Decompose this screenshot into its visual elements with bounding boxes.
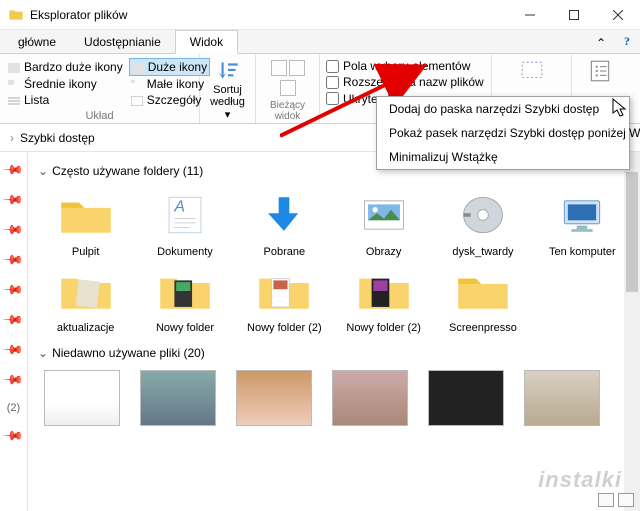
context-menu: Dodaj do paska narzędzi Szybki dostęp Po… [376, 96, 630, 170]
quick-access-pins: 📌 📌 📌 📌 📌 📌 📌 📌 (2) 📌 [0, 152, 28, 511]
scrollbar[interactable] [624, 152, 640, 511]
pin-icon[interactable]: 📌 [2, 309, 25, 332]
titlebar: Eksplorator plików [0, 0, 640, 30]
folder-dokumenty[interactable]: A Dokumenty [137, 188, 232, 258]
options-icon [585, 58, 615, 84]
ribbon-collapse-icon[interactable]: ⌃ [596, 36, 606, 50]
view-list[interactable]: Lista [6, 92, 125, 108]
recent-file[interactable] [428, 370, 504, 426]
ribbon-group-layout: Bardzo duże ikony Duże ikony Średnie iko… [0, 54, 200, 123]
view-toggle[interactable] [598, 493, 634, 507]
tab-widok[interactable]: Widok [175, 30, 238, 54]
view-extra-large[interactable]: Bardzo duże ikony [6, 58, 125, 76]
recent-file[interactable] [44, 370, 120, 426]
view-large-icons[interactable]: Duże ikony [129, 58, 210, 76]
pin-icon[interactable]: 📌 [2, 369, 25, 392]
pin-icon[interactable]: 📌 [2, 159, 25, 182]
group-label-current: Bieżący widok [262, 100, 313, 122]
help-icon[interactable]: ? [624, 34, 630, 49]
folder-aktualizacje[interactable]: aktualizacje [38, 264, 133, 334]
pins-more: (2) [7, 402, 20, 414]
group-label-layout: Układ [6, 110, 193, 122]
close-button[interactable] [596, 0, 640, 30]
ctx-minimize-ribbon[interactable]: Minimalizuj Wstążkę [377, 145, 629, 169]
content-pane: ⌄ Często używane foldery (11) Pulpit A D… [28, 152, 640, 511]
svg-text:A: A [173, 198, 185, 215]
pin-icon[interactable]: 📌 [2, 219, 25, 242]
cursor-icon [612, 98, 628, 118]
tab-glowne[interactable]: główne [4, 31, 70, 53]
ctx-add-to-qat[interactable]: Dodaj do paska narzędzi Szybki dostęp [377, 97, 629, 121]
folder-dysk[interactable]: dysk_twardy [435, 188, 530, 258]
check-item-boxes[interactable]: Pola wyboru elementów [326, 59, 485, 73]
check-extensions[interactable]: Rozszerzenia nazw plików [326, 75, 485, 89]
main-area: 📌 📌 📌 📌 📌 📌 📌 📌 (2) 📌 ⌄ Często używane f… [0, 152, 640, 511]
ribbon-group-sort[interactable]: Sortujwedług ▾ [200, 54, 256, 123]
pin-icon[interactable]: 📌 [2, 249, 25, 272]
section-recent[interactable]: ⌄ Niedawno używane pliki (20) [38, 346, 630, 360]
recent-file[interactable] [140, 370, 216, 426]
recent-file[interactable] [524, 370, 600, 426]
folder-icon [8, 7, 24, 23]
tab-udostepnianie[interactable]: Udostępnianie [70, 31, 175, 53]
pin-icon[interactable]: 📌 [2, 425, 25, 448]
breadcrumb-root[interactable]: Szybki dostęp [20, 131, 95, 145]
minimize-button[interactable] [508, 0, 552, 30]
chevron-right-icon: › [10, 131, 14, 145]
recent-file[interactable] [236, 370, 312, 426]
folder-ten-komputer[interactable]: Ten komputer [535, 188, 630, 258]
sort-icon [214, 58, 242, 84]
view-small-icons[interactable]: Małe ikony [129, 76, 210, 92]
pin-icon[interactable]: 📌 [2, 189, 25, 212]
ribbon-tabs: główne Udostępnianie Widok ⌃ ? [0, 30, 640, 54]
folder-nowy-1[interactable]: Nowy folder [137, 264, 232, 334]
pin-icon[interactable]: 📌 [2, 279, 25, 302]
window-title: Eksplorator plików [30, 8, 127, 22]
ribbon-group-current: Bieżący widok [256, 54, 320, 123]
maximize-button[interactable] [552, 0, 596, 30]
chevron-down-icon: ⌄ [38, 164, 48, 178]
folder-nowy-3[interactable]: Nowy folder (2) [336, 264, 431, 334]
recent-file[interactable] [332, 370, 408, 426]
folder-pobrane[interactable]: Pobrane [237, 188, 332, 258]
frequent-grid: Pulpit A Dokumenty Pobrane Obrazy dysk_t… [38, 188, 630, 334]
watermark: instalki [538, 467, 622, 493]
hide-icon [517, 58, 547, 84]
pin-icon[interactable]: 📌 [2, 339, 25, 362]
view-details[interactable]: Szczegóły [129, 92, 210, 108]
ctx-show-qat-below[interactable]: Pokaż pasek narzędzi Szybki dostęp poniż… [377, 121, 629, 145]
folder-screenpresso[interactable]: Screenpresso [435, 264, 530, 334]
view-medium-icons[interactable]: Średnie ikony [6, 76, 125, 92]
folder-pulpit[interactable]: Pulpit [38, 188, 133, 258]
recent-grid [38, 370, 630, 426]
chevron-down-icon: ⌄ [38, 346, 48, 360]
folder-obrazy[interactable]: Obrazy [336, 188, 431, 258]
folder-nowy-2[interactable]: Nowy folder (2) [237, 264, 332, 334]
